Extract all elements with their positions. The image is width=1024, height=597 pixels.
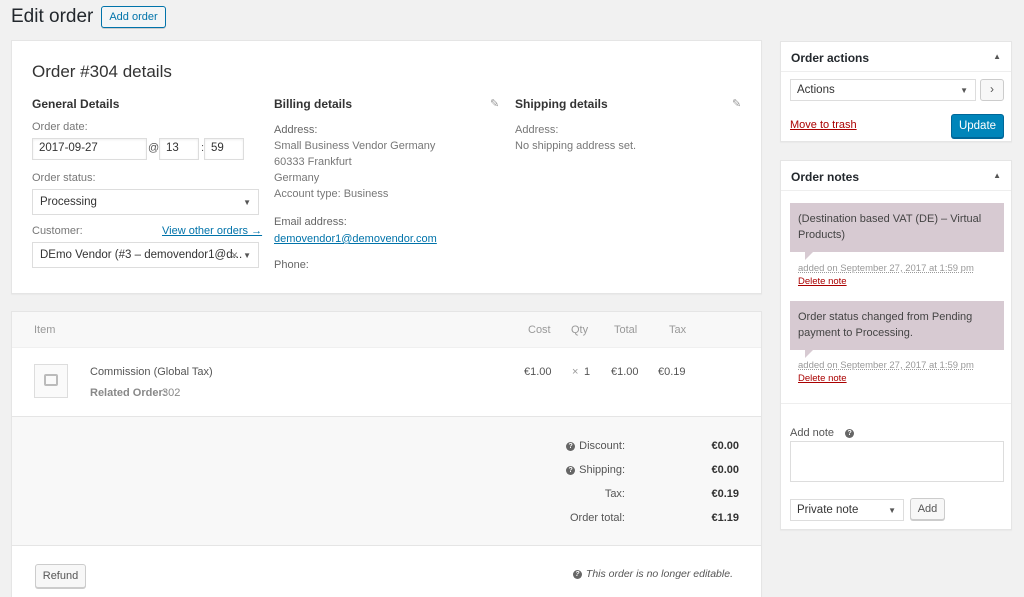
order-notes-title: Order notes xyxy=(791,170,860,184)
email-label: Email address: xyxy=(274,216,347,228)
item-meta-label: Related Order: xyxy=(90,387,167,399)
item-column-header: Item xyxy=(34,324,56,336)
item-total: €1.00 xyxy=(611,366,639,378)
shipping-details-heading: Shipping details xyxy=(515,97,608,111)
chevron-down-icon: ▼ xyxy=(243,198,251,207)
shipping-address-value: No shipping address set. xyxy=(515,140,637,152)
move-to-trash-link[interactable]: Move to trash xyxy=(790,119,857,131)
order-total-value: €1.19 xyxy=(711,512,739,524)
collapse-arrow-icon[interactable]: ▲ xyxy=(993,52,1001,61)
shipping-label: ? Shipping: xyxy=(566,464,625,476)
add-note-button[interactable]: Add xyxy=(910,498,945,520)
billing-address-line: Germany xyxy=(274,172,320,184)
order-note: Order status changed from Pending paymen… xyxy=(790,301,1004,358)
customer-value: DEmo Vendor (#3 – demovendor1@d... xyxy=(40,249,243,261)
order-note: (Destination based VAT (DE) – Virtual Pr… xyxy=(790,203,1004,260)
update-button[interactable]: Update xyxy=(951,114,1004,138)
note-meta: added on September 27, 2017 at 1:59 pm D… xyxy=(798,262,1003,288)
order-actions-box: Order actions ▲ Actions ▼ › Move to tras… xyxy=(780,41,1012,142)
page-title: Edit order xyxy=(11,6,94,27)
billing-address-line: 60333 Frankfurt xyxy=(274,156,352,168)
chevron-down-icon: ▼ xyxy=(960,86,968,95)
billing-details-heading: Billing details xyxy=(274,97,353,111)
add-order-button[interactable]: Add order xyxy=(101,6,166,28)
help-icon[interactable]: ? xyxy=(566,442,576,451)
discount-label: ? Discount: xyxy=(566,440,625,452)
order-notes-box: Order notes ▲ (Destination based VAT (DE… xyxy=(780,160,1012,530)
billing-address-line: Account type: Business xyxy=(274,188,389,200)
apply-action-button[interactable]: › xyxy=(980,79,1004,101)
order-hour-input[interactable]: 13 xyxy=(159,138,199,160)
clear-icon[interactable]: × xyxy=(231,248,238,262)
customer-label: Customer: xyxy=(32,225,83,237)
not-editable-notice: ? This order is no longer editable. xyxy=(572,568,733,580)
note-timestamp: added on September 27, 2017 at 1:59 pm xyxy=(798,360,974,371)
order-date-label: Order date: xyxy=(32,121,88,133)
shipping-value: €0.00 xyxy=(711,464,739,476)
billing-address-line: Small Business Vendor Germany xyxy=(274,140,436,152)
delete-note-link[interactable]: Delete note xyxy=(798,276,847,287)
order-total-label: Order total: xyxy=(569,512,625,524)
delete-note-link[interactable]: Delete note xyxy=(798,373,847,384)
edit-billing-pencil-icon[interactable]: ✎ xyxy=(490,97,499,110)
note-text: (Destination based VAT (DE) – Virtual Pr… xyxy=(798,213,982,241)
shipping-address-label: Address: xyxy=(515,124,559,136)
edit-shipping-pencil-icon[interactable]: ✎ xyxy=(732,97,741,110)
order-minute-input[interactable]: 59 xyxy=(204,138,244,160)
order-notes-header[interactable]: Order notes ▲ xyxy=(781,161,1011,191)
help-icon[interactable]: ? xyxy=(566,466,576,475)
total-column-header: Total xyxy=(614,324,638,336)
refund-button[interactable]: Refund xyxy=(35,564,86,588)
order-status-select[interactable]: Processing ▼ xyxy=(32,189,259,215)
order-status-value: Processing xyxy=(40,196,97,208)
billing-address-label: Address: xyxy=(274,124,318,136)
note-type-value: Private note xyxy=(797,504,859,516)
order-action-select[interactable]: Actions ▼ xyxy=(790,79,976,101)
tax-column-header: Tax xyxy=(669,324,687,336)
tax-value: €0.19 xyxy=(711,488,739,500)
note-meta: added on September 27, 2017 at 1:59 pm D… xyxy=(798,359,1003,385)
cost-column-header: Cost xyxy=(528,324,551,336)
add-note-label: Add note ? xyxy=(790,427,858,439)
item-cost: €1.00 xyxy=(524,366,552,378)
items-table-header: Item Cost Qty Total Tax xyxy=(12,312,761,348)
product-thumbnail-image-icon xyxy=(34,364,68,398)
item-meta-value: 302 xyxy=(162,387,181,399)
add-note-textarea[interactable] xyxy=(790,441,1004,482)
general-details-heading: General Details xyxy=(32,97,120,111)
item-tax: €0.19 xyxy=(658,366,686,378)
customer-select[interactable]: DEmo Vendor (#3 – demovendor1@d... × ▼ xyxy=(32,242,259,268)
note-timestamp: added on September 27, 2017 at 1:59 pm xyxy=(798,263,974,274)
item-qty: 1 xyxy=(584,366,591,378)
order-items-panel: Item Cost Qty Total Tax Commission (Glob… xyxy=(11,311,762,597)
order-actions-title: Order actions xyxy=(791,51,870,65)
item-qty-times: × xyxy=(572,366,579,378)
discount-value: €0.00 xyxy=(711,440,739,452)
qty-column-header: Qty xyxy=(571,324,589,336)
order-action-value: Actions xyxy=(797,84,835,96)
order-totals: ? Discount: €0.00 ? Shipping: €0.00 Tax: €… xyxy=(12,416,761,546)
note-type-select[interactable]: Private note ▼ xyxy=(790,499,904,521)
billing-email-link[interactable]: demovendor1@demovendor.com xyxy=(274,231,437,247)
order-date-input[interactable]: 2017-09-27 xyxy=(32,138,147,160)
chevron-down-icon: ▼ xyxy=(888,506,896,515)
collapse-arrow-icon[interactable]: ▲ xyxy=(993,171,1001,180)
tax-label: Tax: xyxy=(604,488,625,500)
order-actions-header[interactable]: Order actions ▲ xyxy=(781,42,1011,72)
view-other-orders-link[interactable]: View other orders → xyxy=(162,225,262,237)
phone-label: Phone: xyxy=(274,259,309,271)
chevron-down-icon: ▼ xyxy=(243,251,251,260)
order-status-label: Order status: xyxy=(32,172,96,184)
order-details-panel: Order #304 details General Details Order… xyxy=(11,40,762,294)
item-name: Commission (Global Tax) xyxy=(90,366,213,378)
note-text: Order status changed from Pending paymen… xyxy=(798,311,973,339)
at-separator: @ xyxy=(148,142,160,154)
order-title: Order #304 details xyxy=(32,62,172,81)
help-icon[interactable]: ? xyxy=(845,429,855,438)
help-icon: ? xyxy=(572,570,582,579)
